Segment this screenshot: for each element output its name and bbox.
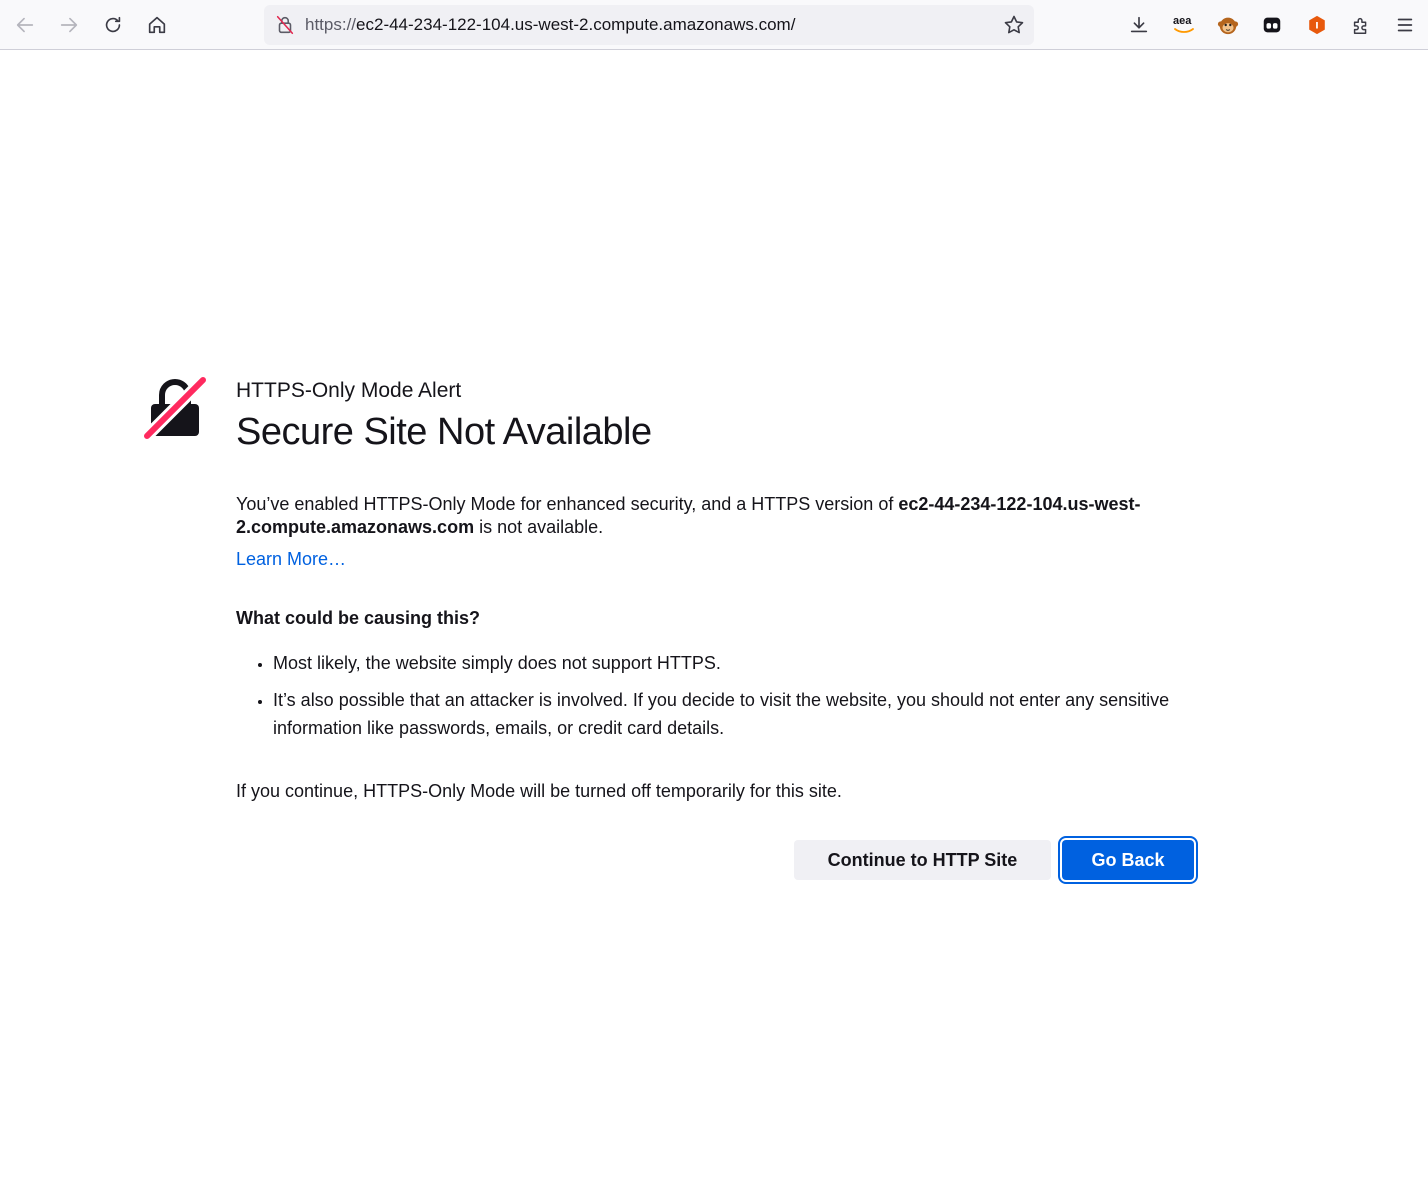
learn-more-link[interactable]: Learn More… xyxy=(236,548,346,571)
app-menu-button[interactable] xyxy=(1386,6,1424,44)
downloads-button[interactable] xyxy=(1120,6,1158,44)
url-text[interactable]: https://ec2-44-234-122-104.us-west-2.com… xyxy=(305,5,795,45)
back-button[interactable] xyxy=(6,6,44,44)
honey-extension-icon: I xyxy=(1309,15,1325,35)
continue-to-http-button[interactable]: Continue to HTTP Site xyxy=(794,840,1051,880)
browser-toolbar: https://ec2-44-234-122-104.us-west-2.com… xyxy=(0,0,1428,50)
download-icon xyxy=(1130,16,1148,33)
list-item: It’s also possible that an attacker is i… xyxy=(273,686,1196,742)
reload-button[interactable] xyxy=(94,6,132,44)
monkey-extension-icon xyxy=(1217,17,1239,35)
honey-extension-button[interactable]: I xyxy=(1298,6,1336,44)
reload-icon xyxy=(105,16,121,33)
list-item: Most likely, the website simply does not… xyxy=(273,649,1196,677)
monkey-extension-button[interactable] xyxy=(1209,6,1247,44)
causes-list: Most likely, the website simply does not… xyxy=(236,649,1196,742)
button-row: Continue to HTTP Site Go Back xyxy=(794,836,1198,884)
continue-note: If you continue, HTTPS-Only Mode will be… xyxy=(236,781,842,801)
go-back-button[interactable]: Go Back xyxy=(1058,836,1198,884)
page-title: Secure Site Not Available xyxy=(236,411,652,453)
insecure-lock-icon[interactable] xyxy=(274,14,296,36)
hamburger-menu-icon xyxy=(1397,18,1413,32)
home-icon xyxy=(148,16,166,34)
error-content: HTTPS-Only Mode Alert Secure Site Not Av… xyxy=(236,378,1196,803)
extensions-button[interactable] xyxy=(1342,6,1380,44)
svg-text:I: I xyxy=(1315,21,1318,32)
broken-lock-icon xyxy=(142,376,208,442)
amazon-extension-button[interactable]: aea xyxy=(1165,6,1203,44)
url-bar[interactable]: https://ec2-44-234-122-104.us-west-2.com… xyxy=(264,5,1034,45)
home-button[interactable] xyxy=(138,6,176,44)
causes-heading: What could be causing this? xyxy=(236,608,481,628)
desc-suffix: is not available. xyxy=(474,517,604,537)
tab-extension-button[interactable] xyxy=(1253,6,1291,44)
bookmark-star-icon[interactable] xyxy=(1002,13,1026,37)
url-host: ec2-44-234-122-104.us-west-2.compute.ama… xyxy=(356,15,796,34)
forward-button[interactable] xyxy=(50,6,88,44)
puzzle-icon xyxy=(1353,17,1367,34)
desc-prefix: You’ve enabled HTTPS-Only Mode for enhan… xyxy=(236,494,899,514)
url-protocol: https:// xyxy=(305,15,357,34)
arrow-left-icon xyxy=(16,17,34,33)
error-description: You’ve enabled HTTPS-Only Mode for enhan… xyxy=(236,493,1186,539)
amazon-assistant-icon: aea xyxy=(1171,14,1197,36)
tab-extension-icon xyxy=(1263,17,1281,33)
alert-subtitle: HTTPS-Only Mode Alert xyxy=(236,379,462,402)
arrow-right-icon xyxy=(60,17,78,33)
